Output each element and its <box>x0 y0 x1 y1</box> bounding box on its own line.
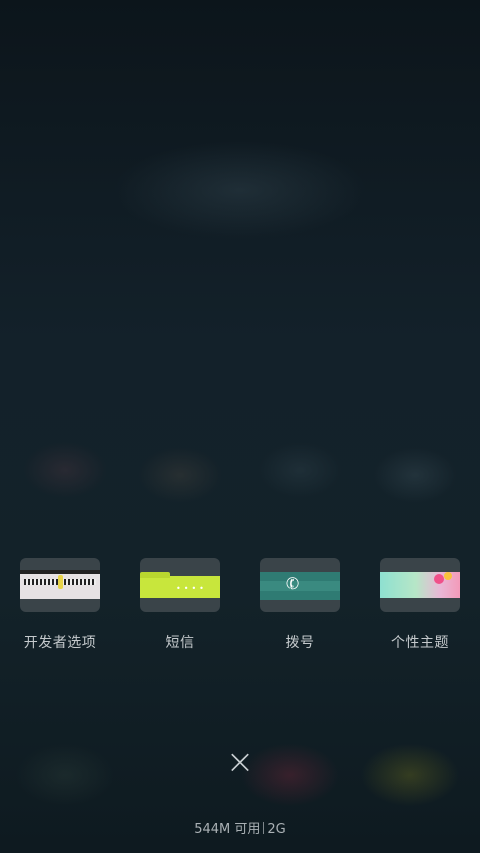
memory-status: 544M 可用 2G <box>0 818 480 837</box>
phone-handset-icon: ✆ <box>283 572 303 595</box>
balloon-icon <box>444 572 452 580</box>
close-all-icon[interactable]: × <box>224 745 256 779</box>
slider-knob-icon <box>58 575 63 589</box>
recents-screen: 开发者选项 •••• 短信 ✆ 拨号 个性主题 × 544M 可用 2G <box>0 0 480 853</box>
recent-app-themes[interactable]: 个性主题 <box>360 558 480 652</box>
balloon-icon <box>434 574 444 584</box>
memory-available: 544M 可用 <box>194 822 261 837</box>
app-label: 个性主题 <box>391 635 449 651</box>
app-thumbnail[interactable]: ✆ <box>260 558 340 612</box>
recent-app-sms[interactable]: •••• 短信 <box>120 558 240 652</box>
recent-apps-row: 开发者选项 •••• 短信 ✆ 拨号 个性主题 <box>0 558 480 652</box>
app-label: 短信 <box>165 635 195 651</box>
app-label: 拨号 <box>285 635 315 651</box>
message-bubble-icon: •••• <box>176 584 207 593</box>
app-label: 开发者选项 <box>23 635 97 651</box>
recent-app-developer-options[interactable]: 开发者选项 <box>0 558 120 652</box>
app-thumbnail[interactable]: •••• <box>140 558 220 612</box>
memory-total: 2G <box>267 822 286 837</box>
recent-app-dialer[interactable]: ✆ 拨号 <box>240 558 360 652</box>
divider <box>263 822 265 834</box>
app-thumbnail[interactable] <box>20 558 100 612</box>
app-thumbnail[interactable] <box>380 558 460 612</box>
